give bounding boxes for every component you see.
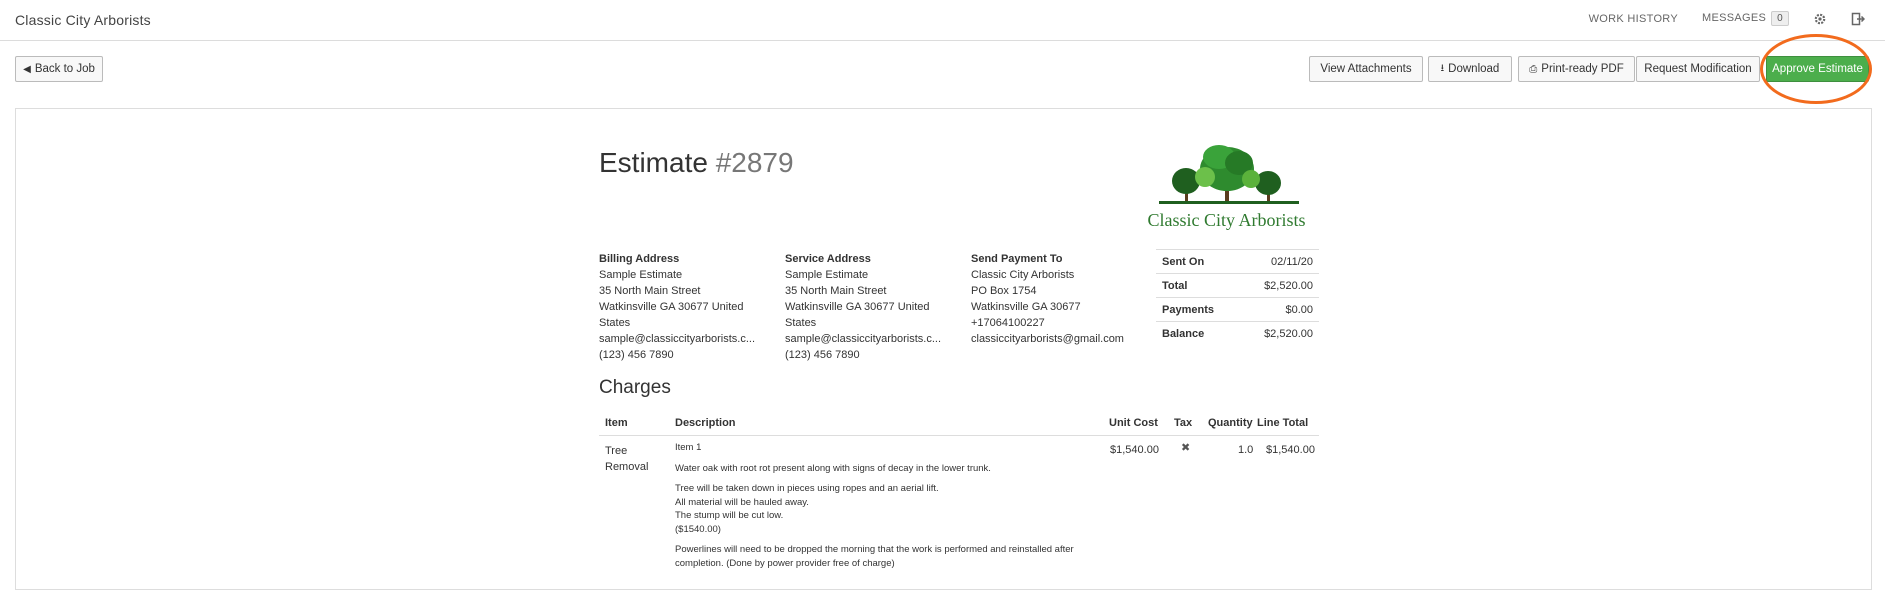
tax-icon: ✖ <box>1181 442 1191 454</box>
view-attachments-label: View Attachments <box>1320 63 1412 75</box>
summary-table: Sent On 02/11/20 Total $2,520.00 Payment… <box>1156 249 1319 345</box>
service-city: Watkinsville GA 30677 United <box>785 301 930 313</box>
summary-row: Sent On 02/11/20 <box>1156 249 1319 274</box>
desc-line: completion. (Done by power provider free… <box>675 557 895 569</box>
estimate-number: #2879 <box>715 147 794 178</box>
request-modification-label: Request Modification <box>1644 63 1752 75</box>
payment-heading: Send Payment To <box>971 253 1063 265</box>
desc-line: Powerlines will need to be dropped the m… <box>675 544 1074 555</box>
desc-line: Tree will be taken down in pieces using … <box>675 483 939 494</box>
billing-country: States <box>599 317 631 329</box>
nav-right: WORK HISTORY MESSAGES 0 <box>1565 11 1866 26</box>
summary-label: Payments <box>1156 297 1240 322</box>
estimate-label: Estimate <box>599 147 708 178</box>
item-name-line1: Tree <box>605 445 628 457</box>
messages-label: MESSAGES <box>1701 12 1767 24</box>
summary-value: $2,520.00 <box>1239 321 1319 345</box>
summary-value: $2,520.00 <box>1239 273 1319 298</box>
service-address: Service Address Sample Estimate 35 North… <box>785 251 965 363</box>
brand-name[interactable]: Classic City Arborists <box>15 12 151 28</box>
item-name: Tree Removal <box>605 443 648 475</box>
charges-header-row: Item Description Unit Cost Tax Quantity … <box>599 409 1319 436</box>
col-quantity: Quantity <box>1208 417 1253 429</box>
payment-address: Send Payment To Classic City Arborists P… <box>971 251 1156 347</box>
payment-phone: +17064100227 <box>971 317 1045 329</box>
payment-email: classiccityarborists@gmail.com <box>971 333 1124 345</box>
trees-logo-icon <box>1159 145 1299 204</box>
service-heading: Service Address <box>785 253 871 265</box>
back-to-job-button[interactable]: ◀ Back to Job <box>15 56 103 82</box>
desc-line: ($1540.00) <box>675 523 721 535</box>
print-pdf-button[interactable]: ⎙ Print-ready PDF <box>1518 56 1635 82</box>
summary-label: Total <box>1156 273 1240 298</box>
service-email: sample@classiccityarborists.c... <box>785 333 942 345</box>
desc-title: Item 1 <box>675 442 702 453</box>
top-nav: Classic City Arborists WORK HISTORY MESS… <box>0 0 1885 41</box>
summary-row: Balance $2,520.00 <box>1156 321 1319 345</box>
request-modification-button[interactable]: Request Modification <box>1636 56 1760 82</box>
col-tax: Tax <box>1174 417 1193 429</box>
payment-city: Watkinsville GA 30677 <box>971 301 1081 313</box>
summary-row: Payments $0.00 <box>1156 297 1319 322</box>
item-name-line2: Removal <box>605 461 649 473</box>
payment-box: PO Box 1754 <box>971 285 1037 297</box>
desc-line: The stump will be cut low. <box>675 510 784 521</box>
print-pdf-label: Print-ready PDF <box>1541 63 1624 75</box>
print-icon: ⎙ <box>1529 63 1538 75</box>
service-name: Sample Estimate <box>785 269 869 281</box>
charges-heading: Charges <box>599 377 671 398</box>
messages-count-badge: 0 <box>1771 11 1789 26</box>
billing-phone: (123) 456 7890 <box>599 349 674 361</box>
summary-value: 02/11/20 <box>1239 249 1319 274</box>
download-label: Download <box>1448 63 1500 75</box>
gear-icon[interactable] <box>1813 12 1827 26</box>
billing-name: Sample Estimate <box>599 269 683 281</box>
work-history-link[interactable]: WORK HISTORY <box>1589 13 1678 25</box>
summary-value: $0.00 <box>1239 297 1319 322</box>
summary-label: Balance <box>1156 321 1240 345</box>
download-icon: ⭳ <box>1440 62 1445 74</box>
estimate-card: Estimate #2879 Classic City Arborists Bi… <box>15 108 1872 590</box>
billing-email: sample@classiccityarborists.c... <box>599 333 756 345</box>
billing-heading: Billing Address <box>599 253 680 265</box>
highlight-circle <box>1760 34 1872 104</box>
desc-line: Water oak with root rot present along wi… <box>675 462 991 474</box>
col-line-total: Line Total <box>1257 417 1309 429</box>
line-total: $1,540.00 <box>1266 444 1315 456</box>
sign-out-icon[interactable] <box>1851 12 1866 26</box>
service-country: States <box>785 317 817 329</box>
logo-text: Classic City Arborists <box>1147 210 1306 230</box>
service-phone: (123) 456 7890 <box>785 349 860 361</box>
payment-name: Classic City Arborists <box>971 269 1075 281</box>
view-attachments-button[interactable]: View Attachments <box>1309 56 1423 82</box>
arrow-left-icon: ◀ <box>23 63 31 75</box>
col-item: Item <box>605 417 628 429</box>
service-street: 35 North Main Street <box>785 285 887 297</box>
download-button[interactable]: ⭳ Download <box>1428 56 1512 82</box>
item-description: Item 1 Water oak with root rot present a… <box>675 441 1095 570</box>
billing-city: Watkinsville GA 30677 United <box>599 301 744 313</box>
col-unit-cost: Unit Cost <box>1109 417 1158 429</box>
company-logo: Classic City Arborists <box>1139 143 1319 233</box>
quantity: 1.0 <box>1238 444 1254 456</box>
back-to-job-label: Back to Job <box>34 63 95 75</box>
unit-cost: $1,540.00 <box>1110 444 1159 456</box>
messages-link[interactable]: MESSAGES 0 <box>1702 11 1789 26</box>
summary-label: Sent On <box>1156 249 1240 274</box>
page-title: Estimate #2879 <box>599 147 794 179</box>
col-description: Description <box>675 417 736 429</box>
desc-line: All material will be hauled away. <box>675 496 809 508</box>
billing-address: Billing Address Sample Estimate 35 North… <box>599 251 779 363</box>
billing-street: 35 North Main Street <box>599 285 701 297</box>
summary-row: Total $2,520.00 <box>1156 273 1319 298</box>
